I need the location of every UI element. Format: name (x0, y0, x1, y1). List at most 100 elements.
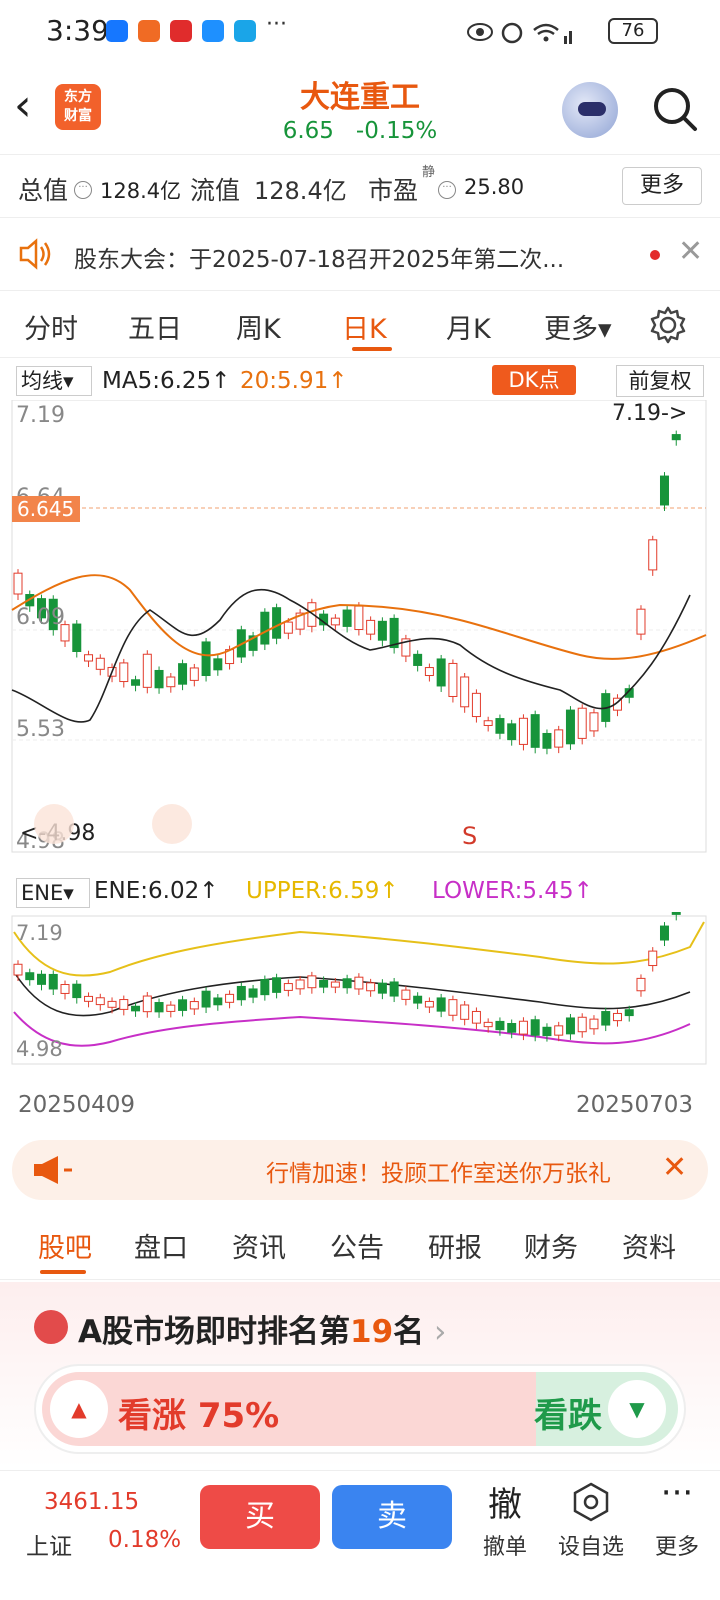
candle-body (107, 1000, 117, 1008)
gear-icon[interactable] (648, 305, 688, 345)
dk-point-button[interactable]: DK点 (492, 365, 576, 395)
info-icon[interactable]: ··· (438, 181, 456, 199)
candle-body (13, 963, 23, 976)
index-name: 上证 (26, 1534, 72, 1560)
tab-finance[interactable]: 财务 (524, 1226, 578, 1265)
ene-lower-value: LOWER:5.45↑ (432, 878, 593, 904)
content-tabs: 股吧 盘口 资讯 公告 研报 财务 资料 (0, 1210, 720, 1280)
add-watchlist-label[interactable]: 设自选 (546, 1529, 636, 1561)
promo-banner[interactable]: 行情加速！投顾工作室送你万张礼 ✕ (12, 1140, 708, 1200)
ma20-value: 20:5.91↑ (240, 368, 348, 394)
candle-body (413, 653, 423, 666)
active-subtab-indicator (40, 1270, 86, 1274)
candle-body (471, 692, 481, 718)
candle-body (366, 619, 376, 635)
tab-more[interactable]: 更多▾ (544, 307, 612, 346)
candle-body (260, 611, 270, 645)
expand-left-icon[interactable] (34, 804, 74, 844)
buy-button[interactable]: 买 (200, 1485, 320, 1549)
index-value[interactable]: 3461.15 (44, 1489, 139, 1515)
more-icon[interactable]: ··· (632, 1473, 720, 1513)
info-icon[interactable]: ··· (74, 181, 92, 199)
candle-body (272, 607, 282, 639)
tab-announcements[interactable]: 公告 (330, 1226, 384, 1265)
tab-weekly[interactable]: 周K (236, 307, 281, 346)
candle-body (612, 1012, 622, 1022)
candle-body (413, 995, 423, 1004)
candle-body (436, 997, 446, 1012)
market-rank[interactable]: A股市场即时排名第19名 › (78, 1306, 446, 1351)
candle-body (201, 990, 211, 1008)
search-icon[interactable] (652, 86, 698, 132)
alipay-icon (106, 20, 128, 42)
stock-price: 6.65 (282, 118, 334, 144)
candle-body (448, 999, 458, 1016)
candle-body (483, 1021, 493, 1028)
tab-research[interactable]: 研报 (428, 1226, 482, 1265)
candle-body (542, 1026, 552, 1037)
candle-body (401, 989, 411, 1000)
candle-body (307, 975, 317, 989)
tab-intraday[interactable]: 分时 (24, 307, 78, 346)
unread-dot (650, 250, 660, 260)
candle-body (495, 1020, 505, 1031)
more-metrics-button[interactable]: 更多 (622, 167, 702, 205)
cancel-order-icon[interactable]: 撤 (460, 1477, 550, 1526)
ene-select[interactable]: ENE▾ (16, 878, 90, 908)
candle-body (178, 999, 188, 1011)
sell-button[interactable]: 卖 (332, 1485, 452, 1549)
ene-indicator-bar: ENE▾ ENE:6.02↑ UPPER:6.59↑ LOWER:5.45↑ (0, 872, 720, 912)
ma-select[interactable]: 均线▾ (16, 366, 92, 396)
candlestick-chart[interactable]: 7.19 6.64 6.645 6.09 5.53 4.98 7.19-> <-… (0, 400, 720, 870)
candle-body (131, 679, 141, 686)
candle-body (225, 993, 235, 1003)
candle-body (601, 1011, 611, 1026)
more-label[interactable]: 更多 (632, 1529, 720, 1561)
battery-icon: 76 (608, 18, 658, 44)
cancel-order-label[interactable]: 撤单 (460, 1529, 550, 1561)
fullscreen-icon[interactable] (152, 804, 192, 844)
y-label-high: 7.19 (16, 403, 65, 428)
tab-profile[interactable]: 资料 (622, 1226, 676, 1265)
weather-icon (202, 20, 224, 42)
candle-body (507, 1022, 517, 1033)
close-icon[interactable]: ✕ (662, 1150, 687, 1185)
candle-body (142, 653, 152, 688)
triangle-up-icon: ▲ (50, 1380, 108, 1438)
tab-monthly[interactable]: 月K (446, 307, 491, 346)
candle-body (577, 707, 587, 739)
candle-body (330, 981, 340, 988)
candle-body (95, 997, 105, 1006)
tab-five-day[interactable]: 五日 (128, 307, 182, 346)
tab-daily[interactable]: 日K (342, 307, 387, 346)
candle-body (248, 988, 258, 998)
candle-body (95, 657, 105, 670)
total-value: 128.4亿 (100, 179, 182, 203)
candle-body (471, 1010, 481, 1024)
candle-body (389, 981, 399, 997)
candle-body (495, 718, 505, 734)
pe-static-mark: 静 (422, 165, 436, 180)
tab-news[interactable]: 资讯 (232, 1226, 286, 1265)
candle-body (424, 1000, 434, 1008)
ene-chart[interactable]: 7.19 4.98 (0, 912, 720, 1084)
tab-forum[interactable]: 股吧 (38, 1226, 92, 1265)
rank-prefix: A股市场即时排名第 (78, 1314, 350, 1350)
candle-body (530, 1019, 540, 1036)
speaker-icon (19, 238, 51, 270)
candle-body (518, 717, 528, 745)
candle-body (565, 1017, 575, 1035)
candle-body (460, 676, 470, 708)
candle-body (283, 983, 293, 991)
megaphone-icon (34, 1156, 72, 1184)
tab-orderbook[interactable]: 盘口 (134, 1226, 188, 1265)
active-tab-indicator (352, 347, 392, 351)
candle-body (436, 658, 446, 687)
notice-bar[interactable]: 股东大会：于2025-07-18召开2025年第二次... ✕ (0, 218, 720, 290)
close-icon[interactable]: ✕ (678, 234, 703, 269)
search-app-icon (234, 20, 256, 42)
adjust-select[interactable]: 前复权 (616, 365, 704, 397)
candle-body (507, 723, 517, 741)
add-watchlist-icon[interactable] (570, 1481, 612, 1523)
stock-change: -0.15% (355, 118, 438, 144)
